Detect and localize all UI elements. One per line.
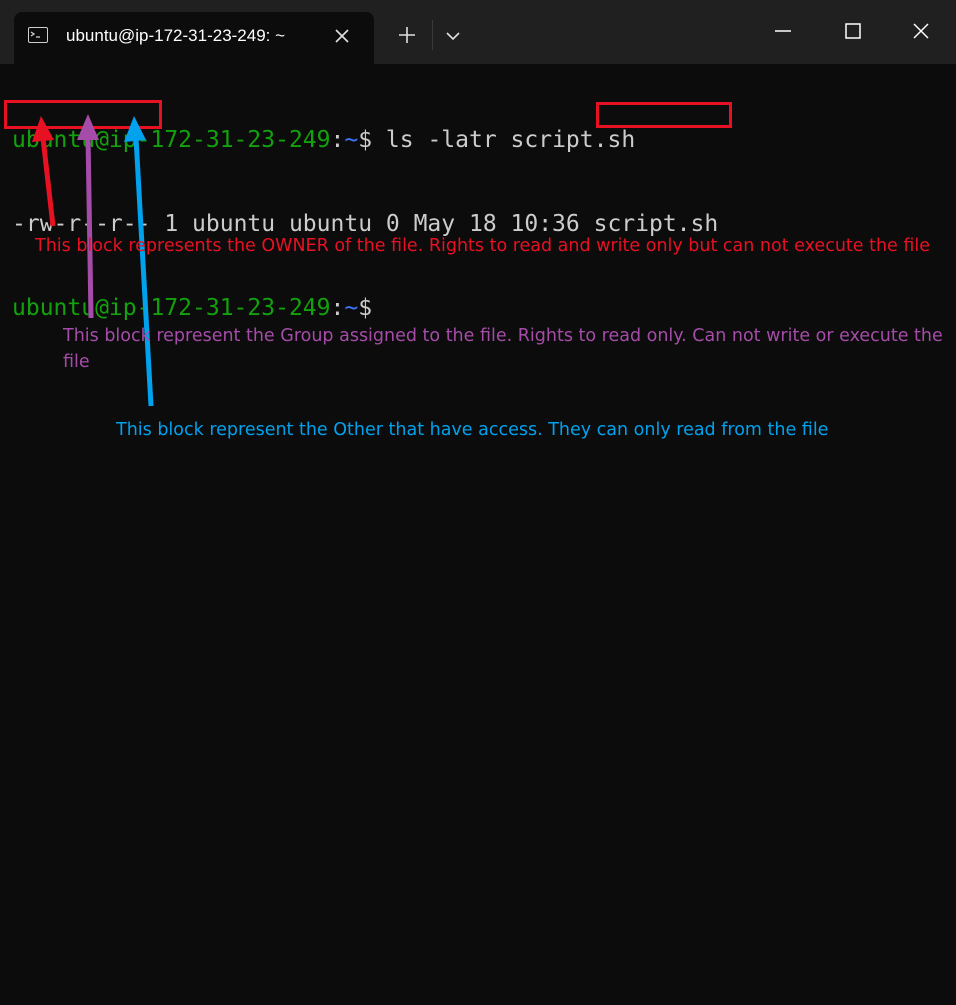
other-annotation: This block represent the Other that have… [116,420,829,440]
group-annotation: This block represent the Group assigned … [63,326,943,372]
owner-annotation: This block represents the OWNER of the f… [35,236,931,256]
group-arrow [77,114,99,319]
annotation-arrows [32,114,154,407]
owner-arrow [32,116,56,227]
